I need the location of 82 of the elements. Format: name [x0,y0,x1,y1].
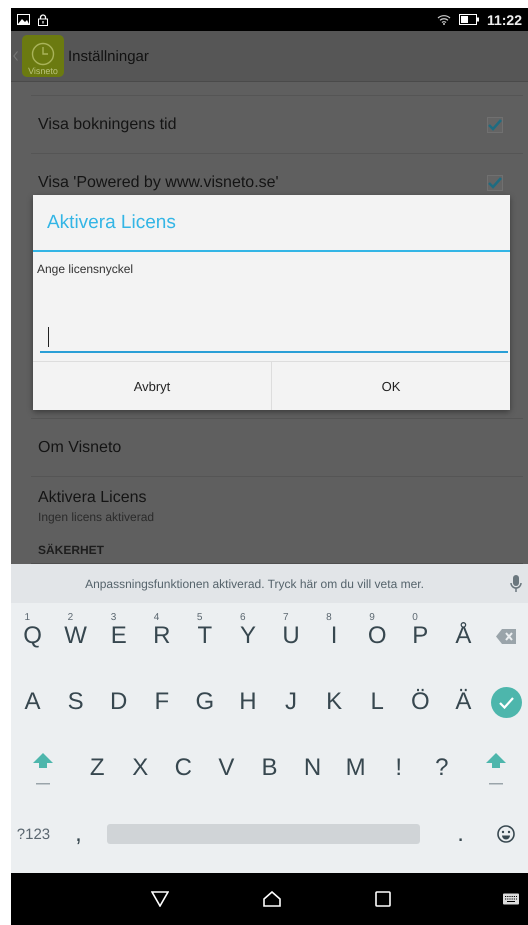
key-digit-hint: 7 [283,612,289,623]
back-triangle-icon [151,891,169,907]
keyboard-key[interactable]: 8 I [312,606,356,666]
keyboard-key[interactable]: 7 U [269,606,313,666]
battery-icon [458,14,479,25]
square-icon [375,891,391,907]
keyboard-key[interactable]: V [204,738,248,798]
smiley-icon [496,825,514,843]
setting-label: Aktivera Licens [38,488,148,506]
suggestion-text[interactable]: Anpassningsfunktionen aktiverad. Tryck här om du vill veta mer. [85,576,424,590]
key-digit-hint: 5 [196,612,202,623]
keyboard-key[interactable]: A [11,672,54,732]
key-digit-hint: 1 [24,612,30,623]
keyboard-key[interactable]: F [140,672,184,732]
keyboard-switch-button[interactable] [501,892,521,906]
checkmark-icon [488,118,502,130]
key-digit-hint: 6 [240,612,246,623]
back-chevron-icon[interactable] [13,51,18,61]
keyboard-key[interactable]: ! [377,738,420,798]
setting-label: Visa 'Powered by www.visneto.se' [38,174,279,192]
keyboard-key[interactable]: 4 R [140,606,184,666]
keyboard-key[interactable]: H [226,672,270,732]
keyboard-key[interactable]: ? [420,738,464,798]
dialog-message: Ange licensnyckel [36,261,134,276]
keyboard-key[interactable]: 3 E [97,606,140,666]
keyboard-key[interactable]: B [248,738,292,798]
keyboard-key[interactable]: G [183,672,226,732]
clock-icon [31,42,55,66]
dialog-button[interactable]: Avbryt [33,362,271,410]
keyboard-key[interactable]: J [269,672,313,732]
keyboard-key[interactable]: S [54,672,98,732]
keyboard-key[interactable]: 5 T [183,606,226,666]
checkbox[interactable] [487,174,503,190]
checkmark-icon [488,176,502,188]
keyboard-key[interactable]: Å [442,606,485,666]
lock-icon [38,14,48,26]
app-title: Inställningar [68,48,149,64]
keyboard-key[interactable]: K [312,672,356,732]
recents-button[interactable] [373,889,393,909]
keyboard-key[interactable]: D [97,672,140,732]
keyboard-key[interactable]: , [56,804,101,864]
back-button[interactable] [149,889,171,909]
shift-arrow-icon [32,751,54,785]
keyboard-key[interactable]: Z [76,738,119,798]
keyboard-key[interactable]: Ö [398,672,442,732]
logo-text: Visneto [28,66,58,76]
dialog-button[interactable]: OK [271,362,510,410]
keyboard-key[interactable]: X [118,738,162,798]
suggestion-strip[interactable]: Anpassningsfunktionen aktiverad. Tryck här om du vill veta mer. [11,564,528,603]
check-icon [490,686,522,718]
keyboard-key[interactable]: . [438,804,484,864]
keyboard-key[interactable]: M [334,738,378,798]
keyboard-key[interactable]: 1 Q [11,606,54,666]
keyboard-key[interactable]: Ä [442,672,485,732]
keyboard-key[interactable]: 2 W [54,606,98,666]
shift-arrow-icon [484,751,507,785]
home-button[interactable] [261,889,283,909]
symbols-key[interactable]: ?123 [11,804,56,864]
keyboard-key[interactable]: C [162,738,205,798]
home-icon [263,891,281,907]
keyboard-icon [503,894,519,904]
key-digit-hint: 0 [412,612,418,623]
keyboard-key[interactable]: 6 Y [226,606,270,666]
wifi-icon [436,14,451,25]
dialog-title: Aktivera Licens [33,195,510,252]
setting-label: Visa bokningens tid [38,116,176,134]
text-caret [48,327,49,347]
backspace-icon [496,628,516,644]
keyboard-key[interactable]: 0 P [398,606,442,666]
key-digit-hint: 9 [369,612,375,623]
microphone-icon[interactable] [510,575,522,593]
image-icon [17,14,30,25]
key-digit-hint: 8 [326,612,332,623]
key-digit-hint: 2 [68,612,74,623]
checkbox[interactable] [487,116,503,132]
setting-label: Om Visneto [38,438,122,456]
key-digit-hint: 4 [154,612,160,623]
key-digit-hint: 3 [110,612,116,623]
keyboard-key[interactable]: N [291,738,334,798]
status-time: 11:22 [486,12,522,28]
keyboard-key[interactable]: L [356,672,399,732]
keyboard-key[interactable]: 9 O [356,606,399,666]
